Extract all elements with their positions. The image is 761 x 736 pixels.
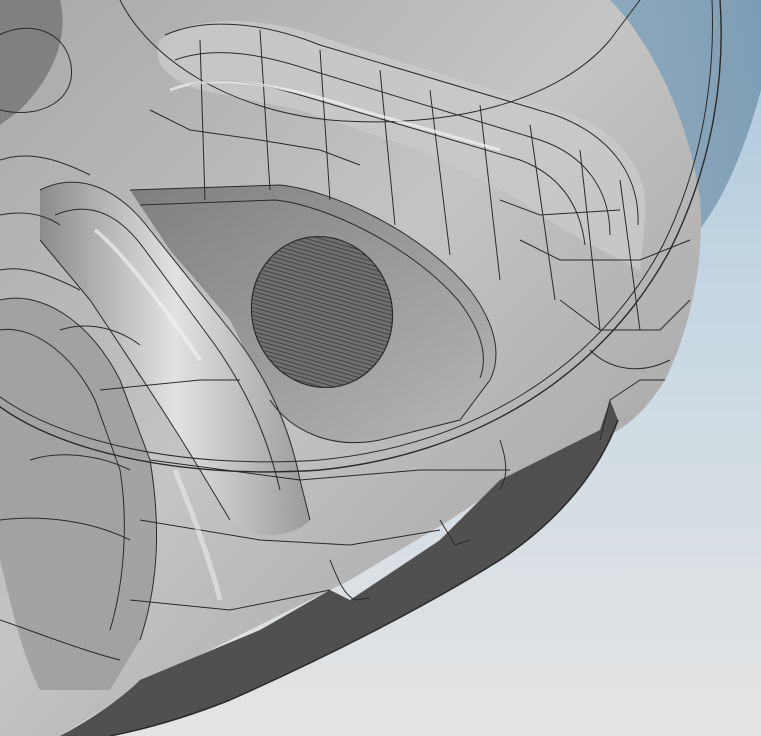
- cad-3d-viewport[interactable]: [0, 0, 761, 736]
- cad-model-canvas[interactable]: [0, 0, 761, 736]
